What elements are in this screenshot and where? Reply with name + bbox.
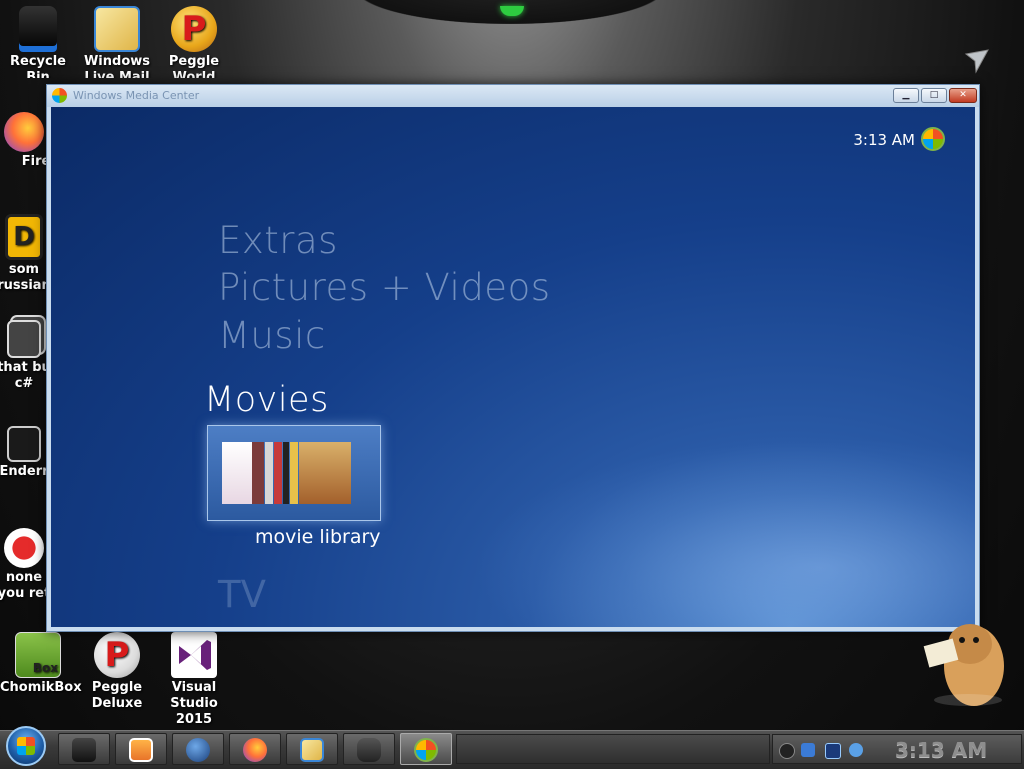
visual-studio-icon <box>171 632 217 678</box>
desktop-icon-chomikbox[interactable]: Box ChomikBox <box>0 632 82 696</box>
globe-icon <box>186 738 210 762</box>
desktop-icon-peggle-world[interactable]: P Peggle World <box>156 6 232 78</box>
tray-speaker-icon[interactable] <box>849 743 863 757</box>
taskbar-button-firefox[interactable] <box>229 733 281 765</box>
media-player-icon <box>129 738 153 762</box>
minimize-button[interactable]: ▁ <box>893 88 919 103</box>
desktop-icon-visual-studio[interactable]: Visual Studio 2015 <box>156 632 232 728</box>
media-center-content: 3:13 AM Extras Pictures + Videos Music M… <box>51 107 975 627</box>
menu-item-music[interactable]: Music <box>218 314 326 357</box>
peggle-icon: P <box>171 6 217 52</box>
tray-network-icon[interactable] <box>825 743 841 759</box>
window-titlebar[interactable]: Windows Media Center ▁ □ ✕ <box>47 85 979 107</box>
desktop-icon-label: Recycle <box>10 54 66 69</box>
tile-label: movie library <box>255 526 381 548</box>
taskbar-button-media-center[interactable] <box>400 733 452 765</box>
windows-logo-icon <box>17 737 35 755</box>
dvd-case-icon <box>283 442 289 504</box>
doc-icon: D <box>5 214 43 260</box>
mail-icon <box>94 6 140 52</box>
stack-icon <box>7 320 41 358</box>
window-title: Windows Media Center <box>73 89 200 102</box>
movie-library-tile[interactable] <box>207 425 381 521</box>
desktop-icon-label: ChomikBox <box>0 680 82 695</box>
hamster-mascot-icon <box>923 624 1004 706</box>
media-center-start-icon[interactable] <box>921 127 945 151</box>
firefox-icon <box>243 738 267 762</box>
desktop-icon-windows-live-mail[interactable]: Windows Live Mail <box>79 6 155 78</box>
desktop-icon-label: World <box>172 70 216 78</box>
dvd-case-icon <box>274 442 282 504</box>
terminal-icon <box>7 426 41 462</box>
menu-item-pictures-videos[interactable]: Pictures + Videos <box>218 266 551 309</box>
media-center-logo-icon <box>52 88 67 103</box>
tray-bluetooth-icon[interactable] <box>801 743 815 757</box>
wallpaper-arrow-icon <box>964 49 989 74</box>
dvd-case-icon <box>222 442 252 504</box>
menu-item-tv[interactable]: TV <box>218 573 266 616</box>
taskbar-button-mail[interactable] <box>286 733 338 765</box>
taskbar-empty-area <box>456 734 770 764</box>
desktop-icon-peggle-deluxe[interactable]: P Peggle Deluxe <box>79 632 155 712</box>
desktop-icon-label: Deluxe <box>91 696 143 711</box>
maximize-button[interactable]: □ <box>921 88 947 103</box>
windows-media-center-icon <box>414 738 438 762</box>
menu-item-movies[interactable]: Movies <box>204 380 329 420</box>
start-button[interactable] <box>6 726 46 766</box>
taskbar-button-explorer[interactable] <box>58 733 110 765</box>
dvd-case-icon <box>252 442 264 504</box>
desktop-icon-label: Studio 2015 <box>170 696 218 727</box>
desktop-icon-label: Windows <box>83 54 151 69</box>
desktop-icon-label: Bin <box>26 70 50 78</box>
explorer-icon <box>72 738 96 762</box>
desktop-icon-recycle-bin[interactable]: Recycle Bin <box>0 6 76 78</box>
desktop-icon-label: Peggle <box>91 680 143 695</box>
firefox-icon <box>4 112 44 152</box>
dino-icon <box>4 528 44 568</box>
dvd-case-icon <box>290 442 298 504</box>
media-center-window: Windows Media Center ▁ □ ✕ 3:13 AM Extra… <box>46 84 980 632</box>
media-center-clock: 3:13 AM <box>853 131 915 149</box>
background-swirl <box>471 437 975 627</box>
recycle-bin-icon <box>19 6 57 52</box>
peggle-deluxe-icon: P <box>94 632 140 678</box>
desktop-icon-label: Live Mail <box>84 70 150 78</box>
chomikbox-icon: Box <box>15 632 61 678</box>
dvd-case-icon <box>299 442 351 504</box>
dvd-case-icon <box>265 442 273 504</box>
taskbar-clock[interactable]: 3:13 AM <box>895 738 987 762</box>
desktop-icon-label: Peggle <box>168 54 220 69</box>
taskbar-button-chomik[interactable] <box>343 733 395 765</box>
chomik-icon <box>357 738 381 762</box>
close-button[interactable]: ✕ <box>949 88 977 103</box>
mail-icon <box>300 738 324 762</box>
desktop-icon-label: Visual <box>171 680 217 695</box>
taskbar-button-globe[interactable] <box>172 733 224 765</box>
menu-item-extras[interactable]: Extras <box>218 219 338 262</box>
tray-app-icon[interactable] <box>779 743 795 759</box>
taskbar-button-media-player[interactable] <box>115 733 167 765</box>
